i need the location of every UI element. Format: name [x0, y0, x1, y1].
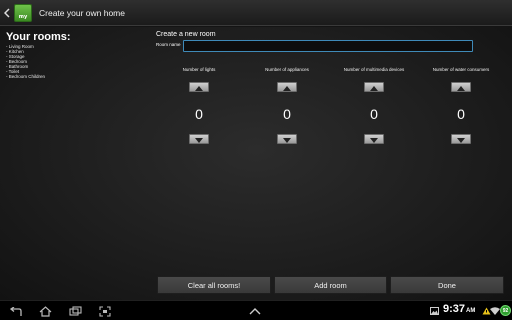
water-decrement-button[interactable]	[451, 134, 471, 144]
system-bar: 9:37AM 92	[0, 300, 512, 320]
triangle-up-icon	[195, 78, 203, 96]
counter-label: Number of water consumers	[432, 67, 490, 72]
clock-ampm: AM	[466, 308, 476, 314]
triangle-down-icon	[370, 130, 378, 148]
lights-value: 0	[195, 106, 203, 122]
multimedia-increment-button[interactable]	[364, 82, 384, 92]
create-room-heading: Create a new room	[156, 31, 216, 38]
appliances-increment-button[interactable]	[277, 82, 297, 92]
multimedia-counter: Number of multimedia devices 0	[329, 67, 419, 144]
counter-label: Number of lights	[182, 67, 216, 72]
lights-decrement-button[interactable]	[189, 134, 209, 144]
lights-counter: Number of lights 0	[154, 67, 244, 144]
counter-label: Number of appliances	[265, 67, 309, 72]
triangle-up-icon	[457, 78, 465, 96]
triangle-down-icon	[195, 130, 203, 148]
triangle-up-icon	[283, 78, 291, 96]
triangle-down-icon	[457, 130, 465, 148]
rooms-list: - Living Room - Kitchen - Storage - Bedr…	[6, 44, 45, 79]
water-value: 0	[457, 106, 465, 122]
rooms-heading: Your rooms:	[6, 31, 71, 43]
recent-apps-icon[interactable]	[68, 305, 82, 317]
action-bar: my Create your own home	[0, 0, 512, 26]
appliances-value: 0	[283, 106, 291, 122]
lights-increment-button[interactable]	[189, 82, 209, 92]
add-room-button[interactable]: Add room	[274, 276, 387, 294]
appliances-counter: Number of appliances 0	[242, 67, 332, 144]
room-name-input[interactable]	[183, 40, 473, 52]
clear-all-rooms-button[interactable]: Clear all rooms!	[157, 276, 271, 294]
back-arrow-icon[interactable]	[2, 0, 12, 26]
triangle-up-icon	[370, 78, 378, 96]
multimedia-decrement-button[interactable]	[364, 134, 384, 144]
appliances-decrement-button[interactable]	[277, 134, 297, 144]
water-increment-button[interactable]	[451, 82, 471, 92]
battery-icon: 92	[500, 305, 511, 316]
triangle-down-icon	[283, 130, 291, 148]
done-button[interactable]: Done	[390, 276, 504, 294]
wifi-icon	[490, 305, 500, 317]
clock-hours: 9:37	[443, 303, 466, 315]
home-icon[interactable]	[38, 305, 52, 317]
screenshot-icon[interactable]	[98, 305, 112, 317]
chevron-up-icon[interactable]	[248, 305, 262, 317]
list-item[interactable]: - Bedroom Children	[6, 74, 45, 79]
room-name-label: Room name	[156, 42, 181, 47]
gallery-icon	[429, 305, 439, 317]
clock-time: 9:37AM	[443, 303, 475, 315]
water-consumers-counter: Number of water consumers 0	[416, 67, 506, 144]
counter-label: Number of multimedia devices	[343, 67, 405, 72]
main-content: Your rooms: - Living Room - Kitchen - St…	[0, 27, 512, 300]
multimedia-value: 0	[370, 106, 378, 122]
app-logo-icon[interactable]: my	[14, 3, 32, 22]
screen-title: Create your own home	[39, 7, 125, 18]
back-icon[interactable]	[8, 305, 24, 317]
